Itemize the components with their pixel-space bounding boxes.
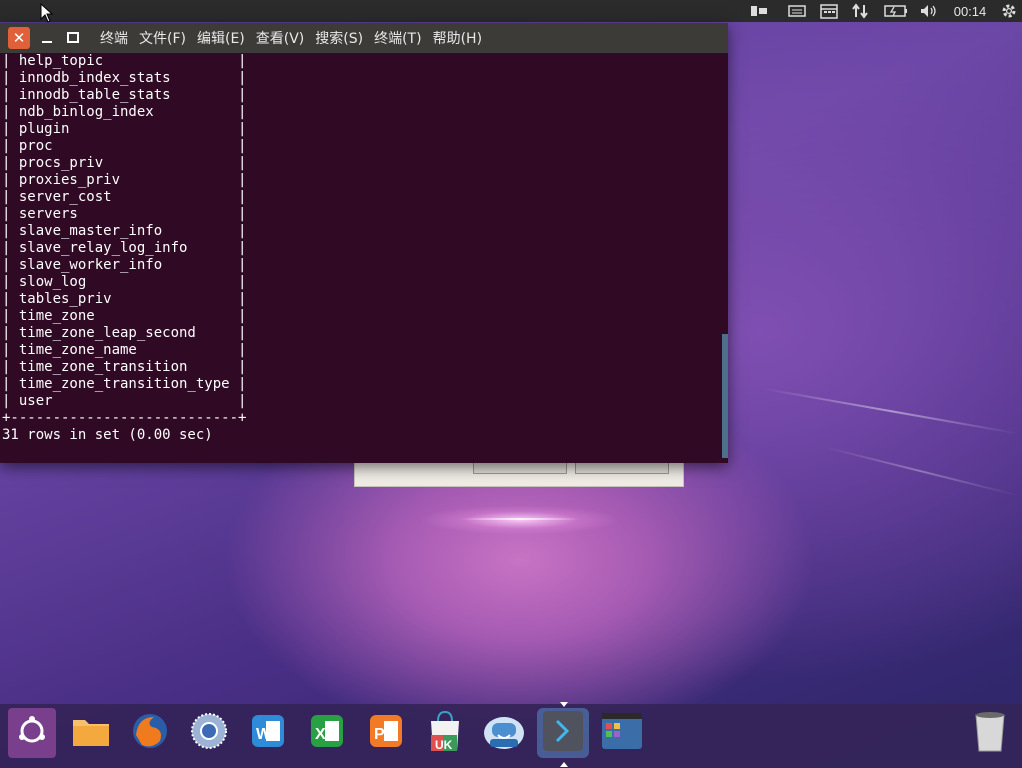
terminal-line: | servers | <box>2 206 247 222</box>
dock-item-firefox[interactable] <box>126 708 174 758</box>
terminal-line: | time_zone_transition_type | <box>2 376 247 392</box>
dock-item-wps-presentation[interactable]: P <box>362 708 410 758</box>
menu-item[interactable]: 帮助(H) <box>433 28 482 48</box>
terminal-line: | time_zone_transition | <box>2 359 247 375</box>
trash-icon <box>972 709 1008 757</box>
dock-item-terminal[interactable] <box>537 708 589 758</box>
firefox-icon <box>130 711 170 755</box>
terminal-line: | ndb_binlog_index | <box>2 104 247 120</box>
menu-item[interactable]: 编辑(E) <box>197 28 245 48</box>
volume-icon[interactable] <box>918 0 940 22</box>
terminal-line: | time_zone_leap_second | <box>2 325 247 341</box>
presentation-icon: P <box>366 711 406 755</box>
gear-icon[interactable] <box>998 0 1020 22</box>
top-panel: 00:14 <box>0 0 1022 22</box>
terminal-line: | innodb_table_stats | <box>2 87 247 103</box>
dock-item-wps-spreadsheets[interactable]: X <box>303 708 351 758</box>
terminal-window[interactable]: ✕ 终端 文件(F) 编辑(E) 查看(V) 搜索(S) 终端(T) 帮助(H) | hel… <box>0 23 728 463</box>
terminal-line: | slave_master_info | <box>2 223 247 239</box>
terminal-line: | slave_worker_info | <box>2 257 247 273</box>
clock[interactable]: 00:14 <box>950 0 990 22</box>
terminal-scrollbar[interactable] <box>722 334 728 458</box>
terminal-line: | time_zone_name | <box>2 342 247 358</box>
dock-item-software-center[interactable]: UK <box>421 708 469 758</box>
mouse-cursor-icon <box>40 3 54 23</box>
dock-item-ubuntu-kylin-start[interactable] <box>8 708 56 758</box>
terminal-line: | proxies_priv | <box>2 172 247 188</box>
input-method-icon[interactable] <box>786 0 808 22</box>
menu-bar: 终端 文件(F) 编辑(E) 查看(V) 搜索(S) 终端(T) 帮助(H) <box>100 23 493 53</box>
menu-item[interactable]: 终端(T) <box>374 28 421 48</box>
dock-item-kylin-assistant[interactable] <box>480 708 528 758</box>
terminal-line: | slow_log | <box>2 274 247 290</box>
spreadsheet-icon: X <box>307 711 347 755</box>
svg-text:UK: UK <box>435 738 453 752</box>
writer-icon: W <box>248 711 288 755</box>
svg-text:W: W <box>256 726 272 743</box>
terminal-line: | innodb_index_stats | <box>2 70 247 86</box>
menu-item[interactable]: 文件(F) <box>139 28 186 48</box>
minimize-button[interactable] <box>36 27 58 49</box>
active-indicator-top <box>560 702 568 707</box>
wallpaper-streak <box>460 518 580 520</box>
dock-item-workspace-switcher[interactable] <box>598 708 646 758</box>
terminal-icon <box>541 709 585 757</box>
svg-text:P: P <box>374 726 385 743</box>
terminal-line: | tables_priv | <box>2 291 247 307</box>
dock-item-wps-writer[interactable]: W <box>244 708 292 758</box>
wallpaper-streak <box>822 445 1018 497</box>
terminal-line: | plugin | <box>2 121 247 137</box>
terminal-line: | slave_relay_log_info | <box>2 240 247 256</box>
workspaces-icon <box>600 711 644 755</box>
wallpaper-glow <box>420 505 620 535</box>
terminal-line: | time_zone | <box>2 308 247 324</box>
wallpaper-streak <box>761 387 1019 435</box>
store-bag-icon: UK <box>425 709 465 757</box>
terminal-line: | user | <box>2 393 247 409</box>
maximize-button[interactable] <box>62 27 84 49</box>
dock-item-trash[interactable] <box>966 708 1014 758</box>
terminal-line: +---------------------------+ <box>2 410 247 426</box>
svg-text:X: X <box>315 726 326 743</box>
terminal-output[interactable]: | help_topic | | innodb_index_stats | | in… <box>0 53 720 463</box>
folder-icon <box>71 714 111 752</box>
keyboard-icon[interactable] <box>748 0 770 22</box>
dock-item-files[interactable] <box>67 708 115 758</box>
battery-icon[interactable] <box>883 0 909 22</box>
network-icon[interactable] <box>849 0 871 22</box>
active-indicator-bottom <box>560 762 568 767</box>
menu-item[interactable]: 终端 <box>100 28 128 48</box>
terminal-line: 31 rows in set (0.00 sec) <box>2 427 213 443</box>
ubuntu-logo-icon <box>15 714 49 752</box>
terminal-line: | server_cost | <box>2 189 247 205</box>
browser-icon <box>189 711 229 755</box>
terminal-titlebar[interactable]: ✕ 终端 文件(F) 编辑(E) 查看(V) 搜索(S) 终端(T) 帮助(H) <box>0 23 728 53</box>
menu-item[interactable]: 查看(V) <box>256 28 305 48</box>
calendar-icon[interactable] <box>818 0 840 22</box>
terminal-line: | help_topic | <box>2 53 247 69</box>
assistant-icon <box>482 711 526 755</box>
terminal-line: | procs_priv | <box>2 155 247 171</box>
close-button[interactable]: ✕ <box>8 27 30 49</box>
menu-item[interactable]: 搜索(S) <box>315 28 363 48</box>
dock-item-chromium[interactable] <box>185 708 233 758</box>
terminal-line: | proc | <box>2 138 247 154</box>
